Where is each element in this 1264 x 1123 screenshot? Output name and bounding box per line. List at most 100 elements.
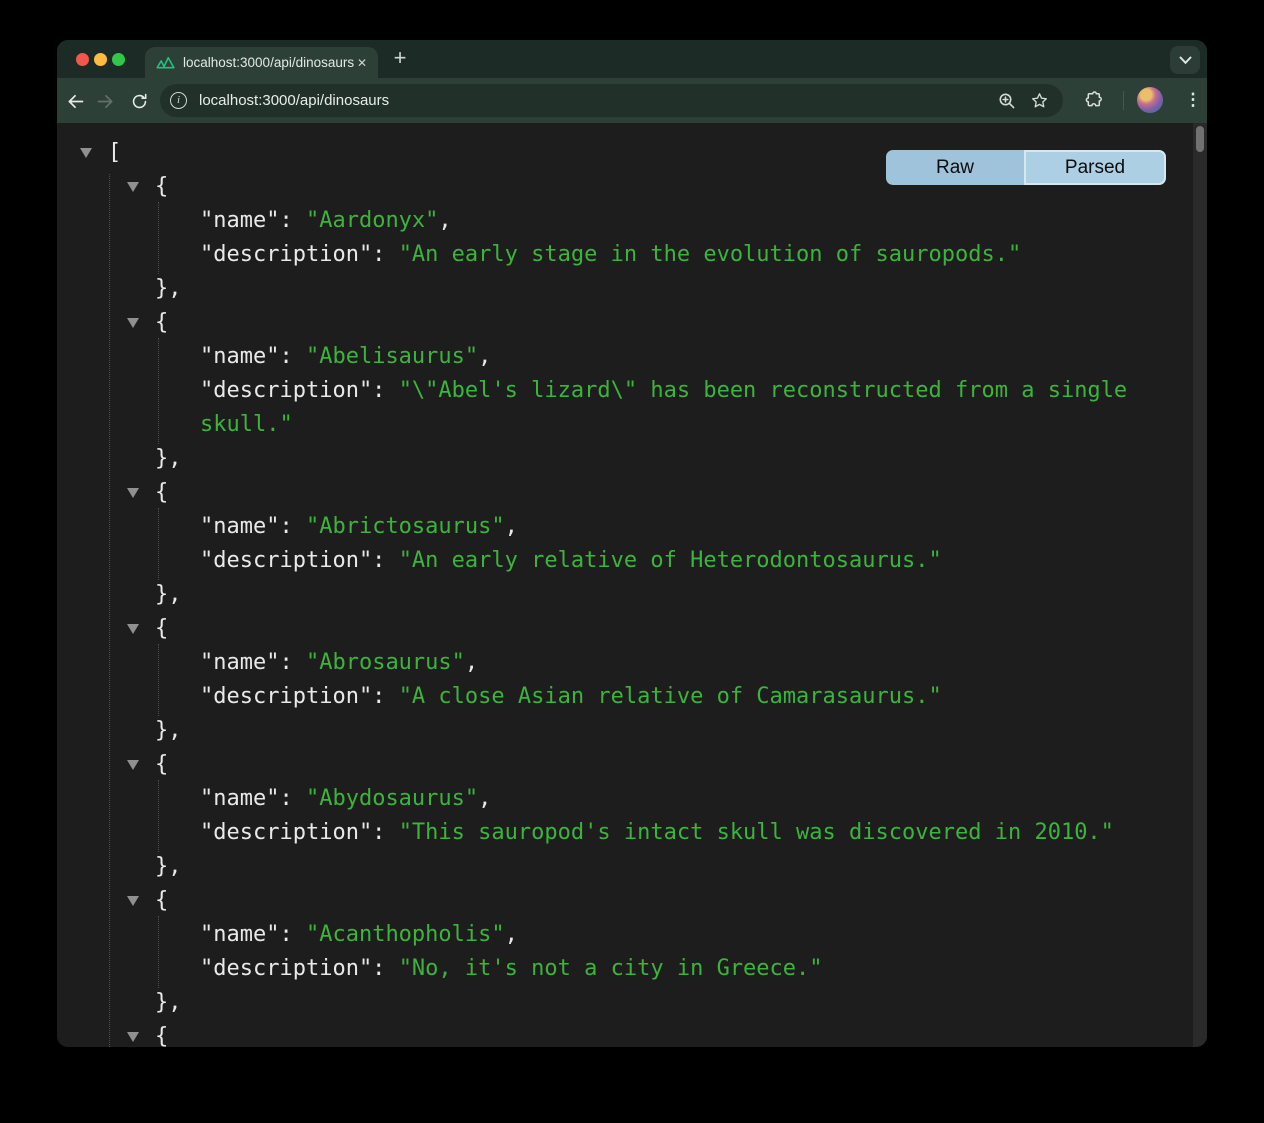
json-row: }, — [57, 442, 1193, 476]
close-tab-icon[interactable]: ✕ — [355, 55, 369, 71]
json-row: }, — [57, 272, 1193, 306]
json-row: "description": "An early stage in the ev… — [57, 238, 1193, 272]
json-entry: {"name": "Abydosaurus","description": "T… — [57, 748, 1193, 884]
scrollbar-thumb[interactable] — [1196, 126, 1204, 152]
json-row: }, — [57, 986, 1193, 1020]
nuxt-favicon-icon — [156, 55, 175, 70]
collapse-toggle-icon[interactable] — [127, 318, 139, 328]
json-string-value: "Aardonyx" — [306, 208, 438, 233]
browser-window: localhost:3000/api/dinosaurs ✕ + — [57, 40, 1207, 1047]
json-viewer-page: [{"name": "Aardonyx","description": "An … — [57, 123, 1207, 1047]
json-row: "description": "An early relative of Het… — [57, 544, 1193, 578]
profile-avatar[interactable] — [1137, 87, 1163, 113]
object-open-brace: { — [155, 480, 168, 505]
object-open-brace: { — [155, 1024, 168, 1047]
json-key: "description": — [200, 684, 399, 709]
tab-title: localhost:3000/api/dinosaurs — [183, 55, 355, 70]
parsed-button[interactable]: Parsed — [1024, 150, 1166, 185]
url-bar[interactable]: i localhost:3000/api/dinosaurs — [160, 84, 1063, 117]
traffic-light-maximize-button[interactable] — [112, 53, 125, 66]
comma: , — [478, 786, 491, 811]
site-info-icon[interactable]: i — [170, 92, 187, 109]
extensions-button[interactable] — [1083, 89, 1103, 109]
json-key: "description": — [200, 242, 399, 267]
back-button[interactable] — [60, 86, 90, 116]
json-string-value: "Acanthopholis" — [306, 922, 505, 947]
extensions-puzzle-icon — [1083, 89, 1103, 109]
json-entry: {"name": "Abrosaurus","description": "A … — [57, 612, 1193, 748]
comma: , — [465, 650, 478, 675]
traffic-light-close-button[interactable] — [76, 53, 89, 66]
new-tab-button[interactable]: + — [385, 44, 415, 74]
object-open-brace: { — [155, 752, 168, 777]
json-row: "name": "Abrosaurus", — [57, 646, 1193, 680]
json-key: "name": — [200, 786, 306, 811]
json-key: "name": — [200, 922, 306, 947]
json-key: "description": — [200, 548, 399, 573]
json-string-value: "An early relative of Heterodontosaurus.… — [399, 548, 942, 573]
json-row: { — [57, 612, 1193, 646]
json-row: "description": "No, it's not a city in G… — [57, 952, 1193, 986]
json-row: { — [57, 1020, 1193, 1047]
object-open-brace: { — [155, 888, 168, 913]
object-open-brace: { — [155, 310, 168, 335]
comma: , — [438, 208, 451, 233]
collapse-toggle-icon[interactable] — [127, 488, 139, 498]
json-row: }, — [57, 714, 1193, 748]
json-string-value: "Abrosaurus" — [306, 650, 465, 675]
browser-menu-button[interactable]: ⋮ — [1181, 88, 1205, 112]
json-row: "name": "Abydosaurus", — [57, 782, 1193, 816]
object-close-brace: }, — [155, 718, 182, 743]
raw-button[interactable]: Raw — [886, 150, 1024, 185]
object-close-brace: }, — [155, 854, 182, 879]
comma: , — [478, 344, 491, 369]
comma: , — [505, 514, 518, 539]
bookmark-star-icon[interactable] — [1030, 91, 1049, 110]
json-entry: {"name": "Acanthopholis","description": … — [57, 884, 1193, 1020]
browser-tab[interactable]: localhost:3000/api/dinosaurs ✕ — [145, 47, 378, 78]
json-string-value: "An early stage in the evolution of saur… — [399, 242, 1022, 267]
collapse-toggle-icon[interactable] — [127, 896, 139, 906]
json-entry: {"name": "Abelisaurus","description": "\… — [57, 306, 1193, 476]
zoom-in-icon[interactable] — [998, 92, 1016, 110]
collapse-toggle-icon[interactable] — [80, 148, 92, 158]
comma: , — [505, 922, 518, 947]
object-close-brace: }, — [155, 446, 182, 471]
json-string-value: "This sauropod's intact skull was discov… — [399, 820, 1114, 845]
url-text[interactable]: localhost:3000/api/dinosaurs — [199, 92, 998, 109]
object-close-brace: }, — [155, 990, 182, 1015]
object-open-brace: { — [155, 174, 168, 199]
reload-icon — [130, 92, 149, 111]
json-key: "name": — [200, 208, 306, 233]
collapse-toggle-icon[interactable] — [127, 624, 139, 634]
chevron-down-icon — [1179, 56, 1192, 65]
object-close-brace: }, — [155, 582, 182, 607]
tab-search-button[interactable] — [1170, 46, 1200, 74]
json-key: "name": — [200, 344, 306, 369]
collapse-toggle-icon[interactable] — [127, 182, 139, 192]
collapse-toggle-icon[interactable] — [127, 760, 139, 770]
json-row: "name": "Aardonyx", — [57, 204, 1193, 238]
scrollbar-track[interactable] — [1193, 123, 1207, 1047]
json-row: }, — [57, 578, 1193, 612]
browser-toolbar: i localhost:3000/api/dinosaurs — [57, 78, 1207, 123]
json-key: "description": — [200, 820, 399, 845]
json-string-value: "Abelisaurus" — [306, 344, 478, 369]
toolbar-divider — [1123, 91, 1124, 110]
json-row: { — [57, 476, 1193, 510]
collapse-toggle-icon[interactable] — [127, 1032, 139, 1042]
array-open-bracket: [ — [108, 140, 121, 165]
tab-strip: localhost:3000/api/dinosaurs ✕ + — [57, 40, 1207, 78]
json-key: "description": — [200, 378, 399, 403]
json-row: { — [57, 884, 1193, 918]
forward-button[interactable] — [90, 86, 120, 116]
raw-parsed-toggle: Raw Parsed — [886, 150, 1166, 185]
traffic-light-minimize-button[interactable] — [94, 53, 107, 66]
back-icon — [65, 91, 86, 112]
reload-button[interactable] — [124, 86, 154, 116]
json-row: { — [57, 306, 1193, 340]
json-row: "name": "Acanthopholis", — [57, 918, 1193, 952]
json-row: { — [57, 748, 1193, 782]
json-entry: {"name": "Abrictosaurus","description": … — [57, 476, 1193, 612]
json-row: "description": "This sauropod's intact s… — [57, 816, 1193, 850]
